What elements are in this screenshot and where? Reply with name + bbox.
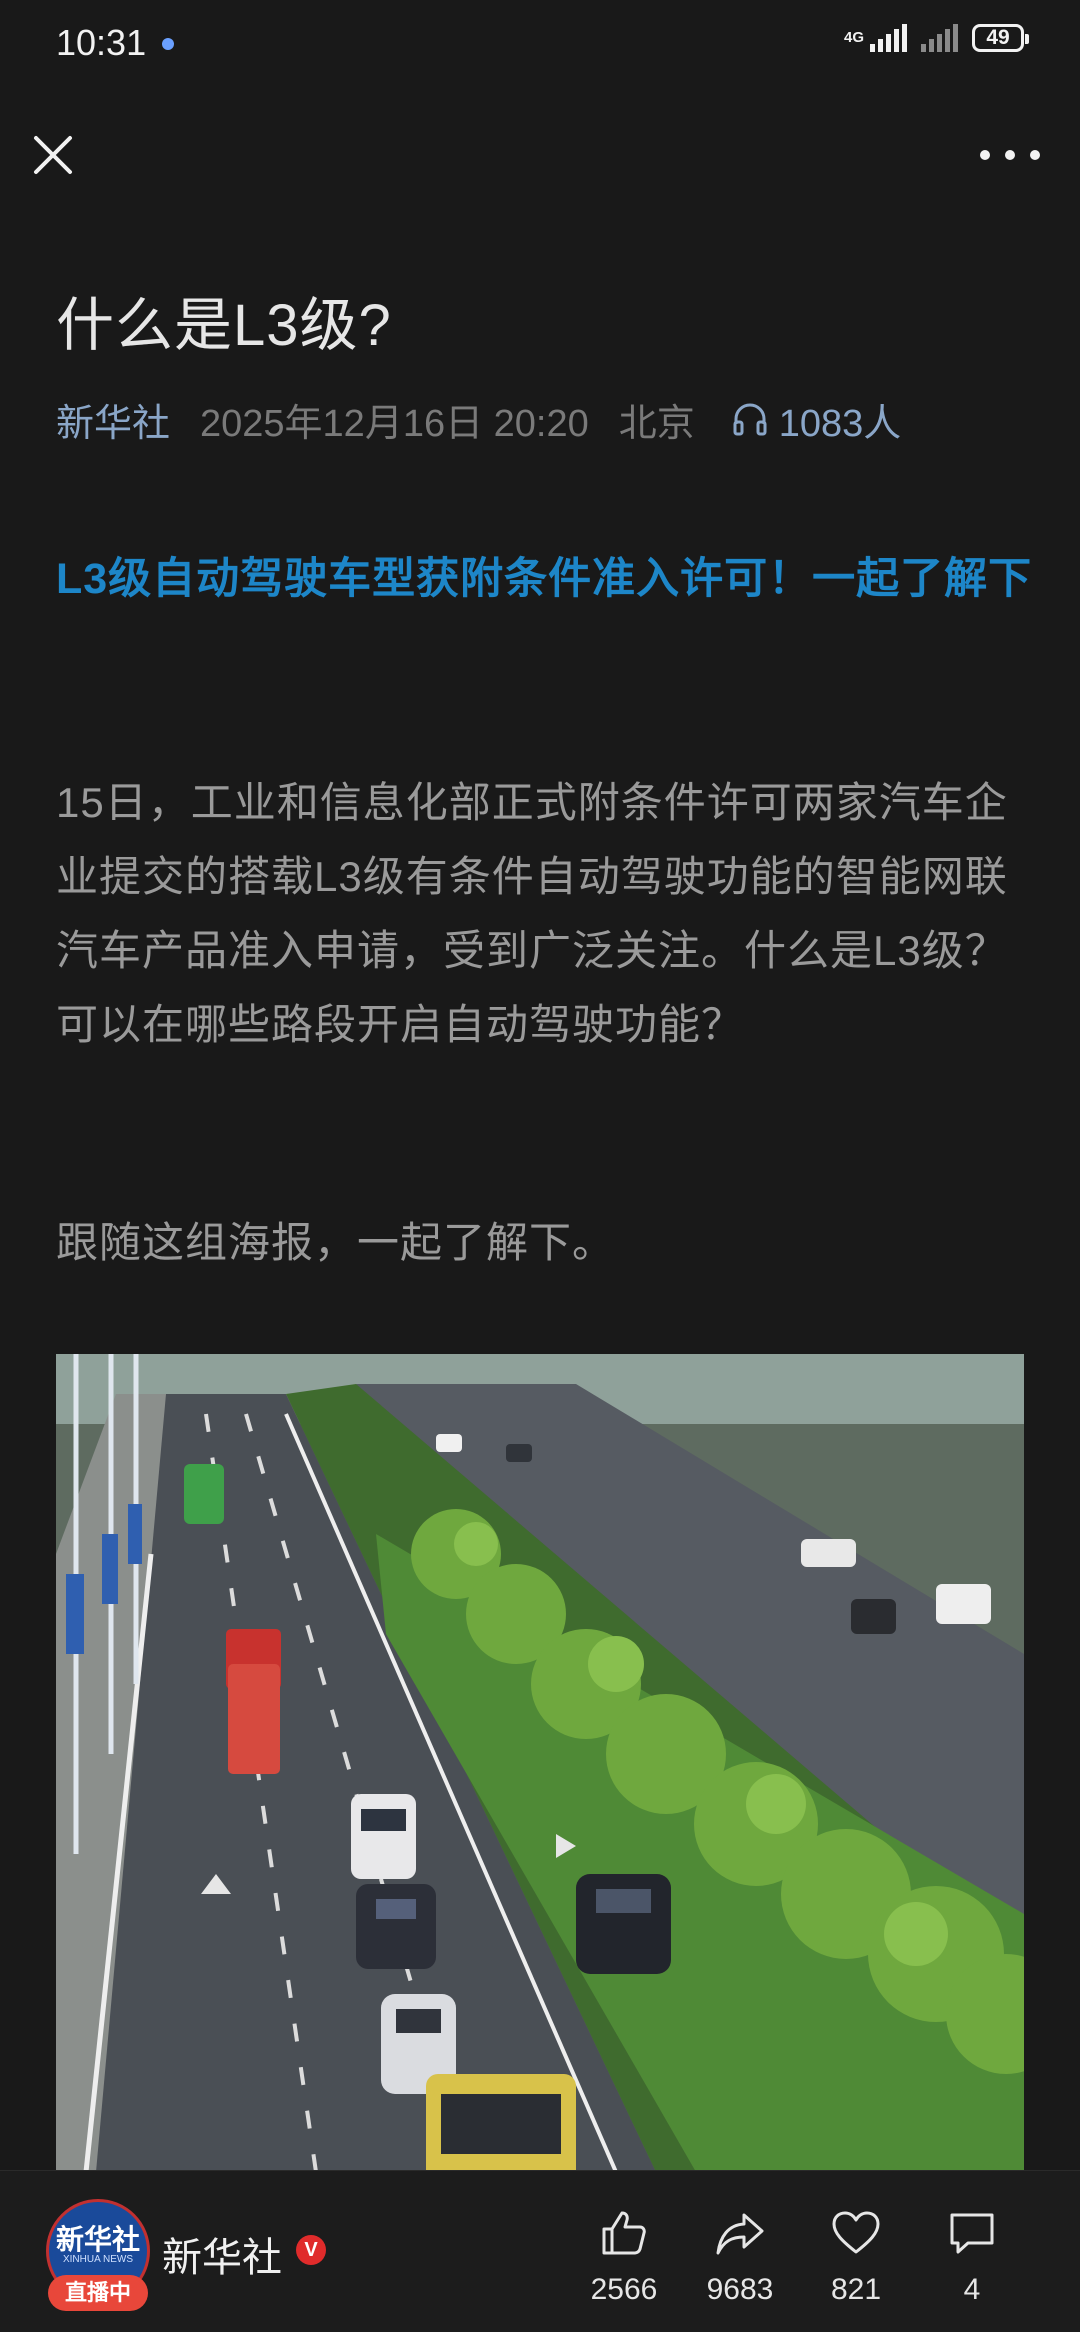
share-arrow-icon — [716, 2213, 764, 2255]
comment-count: 4 — [963, 2273, 981, 2306]
location-dot-icon — [162, 38, 174, 50]
signal-icon — [870, 24, 907, 52]
close-icon — [34, 136, 72, 174]
article-date: 2025年12月16日 20:20 — [200, 402, 589, 445]
status-time: 10:31 — [56, 22, 147, 63]
article-photo[interactable] — [56, 1354, 1024, 2172]
favorite-button[interactable]: 821 — [806, 2207, 906, 2307]
article-paragraph: 15日，工业和信息化部正式附条件许可两家汽车企业提交的搭载L3级有条件自动驾驶功… — [56, 779, 1008, 1048]
more-dots-icon — [980, 150, 990, 160]
avatar-logo-text: 新华社 — [55, 2224, 140, 2255]
bottom-action-bar: 新华社 XINHUA NEWS 直播中 新华社 V 2566 9683 821 … — [0, 2170, 1080, 2332]
network-type: 4G — [843, 29, 864, 46]
share-count: 9683 — [706, 2273, 774, 2306]
like-count: 2566 — [590, 2273, 658, 2306]
road-photo-illustration — [56, 1354, 1024, 2172]
headphones-icon — [733, 403, 767, 436]
thumbs-up-icon — [602, 2211, 646, 2255]
status-bar: 10:31 4G 49 — [0, 0, 1080, 90]
avatar-logo-subtext: XINHUA NEWS — [62, 2254, 133, 2265]
more-options-button[interactable] — [980, 140, 1040, 170]
article-source[interactable]: 新华社 — [56, 392, 170, 447]
share-button[interactable]: 9683 — [690, 2207, 790, 2307]
article-title: 什么是L3级? — [56, 293, 392, 358]
article-subtitle-link[interactable]: L3级自动驾驶车型获附条件准入许可！一起了解下 — [56, 540, 1036, 618]
listener-count: 1083人 — [778, 402, 902, 445]
heart-icon — [832, 2211, 880, 2254]
like-button[interactable]: 2566 — [574, 2207, 674, 2307]
signal-secondary-icon — [921, 24, 958, 52]
article-meta: 新华社 2025年12月16日 20:20 北京 1083人 — [56, 392, 1036, 447]
favorite-count: 821 — [830, 2273, 882, 2306]
comment-button[interactable]: 4 — [922, 2207, 1022, 2307]
live-badge[interactable]: 直播中 — [48, 2275, 148, 2311]
close-button[interactable] — [30, 132, 76, 178]
battery-icon: 49 — [972, 24, 1029, 52]
comment-bubble-icon — [950, 2213, 994, 2254]
author-name[interactable]: 新华社 — [162, 2225, 282, 2283]
verified-badge: V — [296, 2235, 326, 2265]
article-paragraph: 跟随这组海报，一起了解下。 — [56, 1219, 616, 1266]
status-icons: 4G 49 — [843, 24, 1029, 52]
battery-level: 49 — [986, 26, 1010, 49]
listen-button[interactable]: 1083人 — [731, 392, 902, 447]
article-location: 北京 — [618, 402, 695, 445]
